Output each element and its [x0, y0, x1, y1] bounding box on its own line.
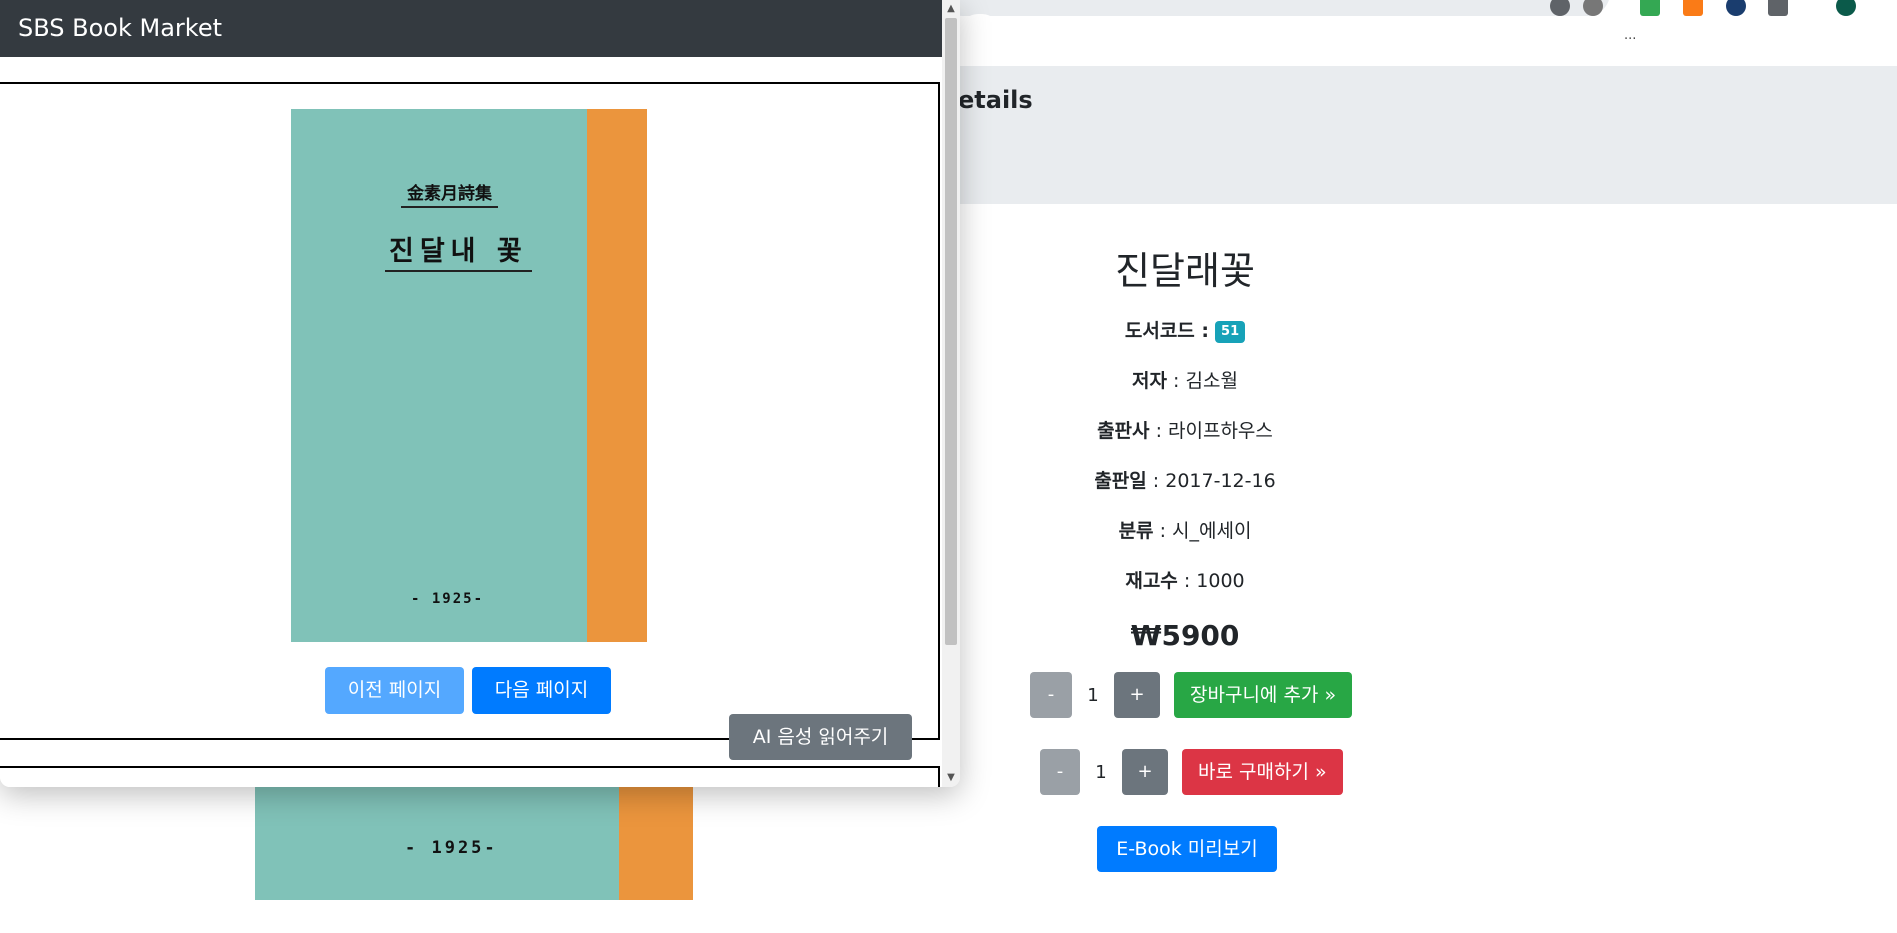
book-code-badge: 51 [1215, 320, 1246, 343]
popup-brand[interactable]: SBS Book Market [18, 14, 222, 42]
jumbotron-title: etails [958, 86, 1033, 114]
book-code-label: 도서코드 : [1124, 320, 1209, 342]
category-row: 분류 : 시_에세이 [990, 506, 1380, 556]
cover-title: 진달내 꽃 [385, 229, 532, 272]
extension-blue-icon[interactable] [1726, 0, 1746, 16]
stock-row: 재고수 : 1000 [990, 556, 1380, 606]
cover-year: - 1925- [405, 838, 498, 858]
publisher-row: 출판사 : 라이프하우스 [990, 406, 1380, 456]
buy-decrease-button[interactable]: - [1040, 749, 1080, 795]
address-bar[interactable] [940, 0, 1610, 16]
author-value: : 김소월 [1167, 370, 1238, 392]
buy-increase-button[interactable]: + [1122, 749, 1168, 795]
publisher-label: 출판사 [1097, 420, 1150, 442]
scroll-down-arrow-icon[interactable]: ▼ [942, 769, 960, 787]
bookmark-item[interactable] [960, 14, 1000, 50]
buy-quantity: 1 [1095, 761, 1107, 783]
next-page-button[interactable]: 다음 페이지 [472, 667, 611, 714]
release-date-row: 출판일 : 2017-12-16 [990, 456, 1380, 506]
author-label: 저자 [1132, 370, 1168, 392]
ebook-popup-window: SBS Book Market 金素月詩集 진달내 꽃 - 1925- 이전 페… [0, 0, 960, 787]
tab-search-icon[interactable] [1768, 0, 1788, 16]
book-title: 진달래꽃 [1115, 249, 1255, 293]
bookmarks-overflow[interactable]: ... [1624, 28, 1636, 43]
popup-navbar: SBS Book Market [0, 0, 942, 57]
ai-voice-read-button[interactable]: AI 음성 읽어주기 [729, 714, 912, 760]
book-price: ₩5900 [1130, 619, 1240, 652]
profile-avatar[interactable] [1836, 0, 1856, 16]
scrollbar-thumb[interactable] [945, 18, 957, 645]
cart-increase-button[interactable]: + [1114, 672, 1160, 718]
category-value: : 시_에세이 [1153, 520, 1252, 542]
cart-row: - 1 + 장바구니에 추가 » [1030, 672, 1353, 718]
buy-now-button[interactable]: 바로 구매하기 » [1182, 749, 1343, 795]
stock-value: : 1000 [1177, 570, 1245, 592]
release-date-label: 출판일 [1094, 470, 1147, 492]
release-date-value: : 2017-12-16 [1146, 470, 1276, 492]
cover-year: - 1925- [411, 591, 485, 607]
publisher-value: : 라이프하우스 [1149, 420, 1273, 442]
ebook-page-image: 金素月詩集 진달내 꽃 - 1925- [291, 109, 647, 642]
extension-orange-icon[interactable] [1683, 0, 1703, 16]
popup-scrollbar[interactable]: ▲ ▼ [942, 0, 960, 787]
buy-now-row: - 1 + 바로 구매하기 » [1040, 749, 1343, 795]
extension-green-icon[interactable] [1640, 0, 1660, 16]
ebook-preview-button[interactable]: E-Book 미리보기 [1097, 826, 1277, 872]
star-icon[interactable] [1583, 0, 1603, 16]
book-code-row: 도서코드 : 51 [990, 306, 1380, 356]
scroll-up-arrow-icon[interactable]: ▲ [942, 0, 960, 18]
cover-spine [587, 109, 647, 642]
stock-label: 재고수 [1125, 570, 1178, 592]
cover-series-title: 金素月詩集 [401, 179, 498, 208]
category-label: 분류 [1118, 520, 1154, 542]
ebook-next-frame [0, 766, 940, 787]
cart-decrease-button[interactable]: - [1030, 672, 1072, 718]
previous-page-button[interactable]: 이전 페이지 [325, 667, 464, 714]
author-row: 저자 : 김소월 [990, 356, 1380, 406]
cart-quantity: 1 [1087, 684, 1099, 706]
add-to-cart-button[interactable]: 장바구니에 추가 » [1174, 672, 1353, 718]
book-detail: 진달래꽃 도서코드 : 51 저자 : 김소월 출판사 : 라이프하우스 출판일… [990, 228, 1380, 658]
